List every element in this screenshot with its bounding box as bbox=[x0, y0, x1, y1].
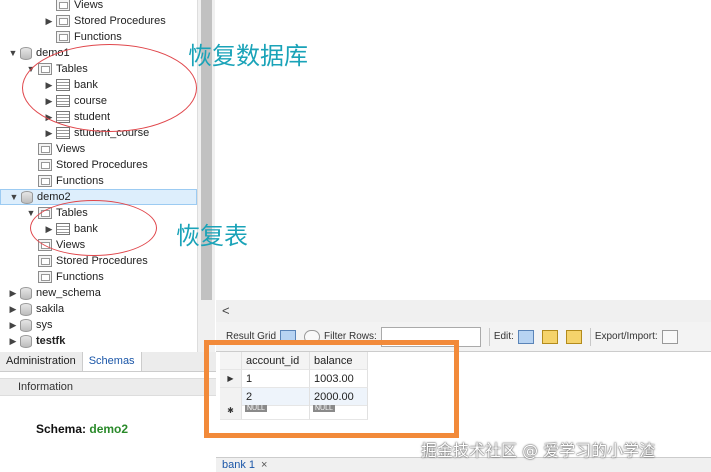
annotation-ellipse-db bbox=[22, 44, 197, 132]
schema-info: Schema: demo2 bbox=[36, 422, 128, 436]
folder-icon bbox=[38, 143, 52, 155]
expand-arrow-icon[interactable]: ▶ bbox=[8, 336, 18, 347]
tab-bank-1[interactable]: bank 1 × bbox=[222, 459, 267, 471]
tree-item-label: Views bbox=[56, 143, 86, 155]
annotation-restore-database: 恢复数据库 bbox=[188, 42, 308, 70]
schema-value: demo2 bbox=[89, 422, 129, 436]
expand-arrow-icon[interactable]: ▶ bbox=[8, 288, 18, 299]
toolbar-divider bbox=[589, 327, 591, 346]
folder-icon bbox=[56, 0, 70, 11]
table-icon bbox=[56, 127, 70, 139]
tree-item[interactable]: ▶ testfk bbox=[0, 333, 197, 349]
expand-arrow-icon[interactable]: ▶ bbox=[44, 128, 54, 139]
annotation-highlight-box bbox=[204, 340, 459, 438]
folder-icon bbox=[38, 159, 52, 171]
insert-row-icon[interactable] bbox=[541, 329, 558, 344]
tree-item[interactable]: Functions bbox=[0, 173, 197, 189]
tab-administration[interactable]: Administration bbox=[0, 352, 83, 371]
navigator-tabs: Administration Schemas bbox=[0, 352, 216, 372]
folder-icon bbox=[38, 255, 52, 267]
tree-item-label: Views bbox=[74, 0, 104, 11]
expand-arrow-icon[interactable]: ▶ bbox=[44, 16, 54, 27]
watermark: 掘金技术社区 @ 爱学习的小学渣 bbox=[421, 441, 656, 460]
editor-horizontal-scrollbar[interactable]: < bbox=[216, 300, 711, 322]
toolbar-divider bbox=[488, 327, 490, 346]
close-icon[interactable]: × bbox=[261, 459, 267, 471]
folder-icon bbox=[38, 271, 52, 283]
export-icon[interactable] bbox=[661, 329, 678, 344]
scroll-left-arrow-icon[interactable]: < bbox=[222, 303, 230, 318]
tab-schemas[interactable]: Schemas bbox=[82, 352, 142, 371]
tree-item-label: Stored Procedures bbox=[56, 159, 148, 171]
expand-arrow-icon[interactable]: ▶ bbox=[8, 304, 18, 315]
tree-item[interactable]: Functions bbox=[0, 29, 197, 45]
tree-item-label: Functions bbox=[74, 31, 122, 43]
database-icon bbox=[20, 286, 32, 300]
tree-item-label: new_schema bbox=[36, 287, 101, 299]
tree-item[interactable]: Functions bbox=[0, 269, 197, 285]
delete-row-icon[interactable] bbox=[565, 329, 582, 344]
database-icon bbox=[21, 190, 33, 204]
database-icon bbox=[20, 302, 32, 316]
tree-item-label: demo2 bbox=[37, 191, 71, 203]
tree-item-label: Functions bbox=[56, 271, 104, 283]
tree-item[interactable]: Views bbox=[0, 141, 197, 157]
tree-item[interactable]: ▶ new_schema bbox=[0, 285, 197, 301]
database-icon bbox=[20, 334, 32, 348]
edit-row-icon[interactable] bbox=[517, 329, 534, 344]
tree-item[interactable]: ▶ sakila bbox=[0, 301, 197, 317]
collapse-arrow-icon[interactable]: ▼ bbox=[8, 48, 18, 58]
tree-item[interactable]: ▶ sys bbox=[0, 317, 197, 333]
tree-item[interactable]: Stored Procedures bbox=[0, 157, 197, 173]
tree-item-label: testfk bbox=[36, 335, 66, 347]
folder-icon bbox=[56, 15, 70, 27]
database-icon bbox=[20, 46, 32, 60]
tree-item-label: sys bbox=[36, 319, 53, 331]
edit-label: Edit: bbox=[493, 331, 514, 342]
database-icon bbox=[20, 318, 32, 332]
information-header[interactable]: Information bbox=[0, 378, 216, 396]
tab-label[interactable]: bank 1 bbox=[222, 459, 255, 471]
annotation-ellipse-table bbox=[30, 200, 157, 256]
information-panel: Schema: demo2 bbox=[0, 396, 216, 472]
tree-item[interactable]: Views bbox=[0, 0, 197, 13]
tree-item[interactable]: ▶ Stored Procedures bbox=[0, 13, 197, 29]
folder-icon bbox=[38, 175, 52, 187]
tree-item-label: sakila bbox=[36, 303, 65, 315]
tree-item-label: Stored Procedures bbox=[74, 15, 166, 27]
annotation-restore-table: 恢复表 bbox=[176, 222, 248, 250]
export-import-label: Export/Import: bbox=[594, 331, 658, 342]
tree-item-label: Stored Procedures bbox=[56, 255, 148, 267]
schema-label: Schema: bbox=[36, 422, 87, 436]
collapse-arrow-icon[interactable]: ▼ bbox=[9, 192, 19, 202]
folder-icon bbox=[56, 31, 70, 43]
expand-arrow-icon[interactable]: ▶ bbox=[8, 320, 18, 331]
tree-item-label: Functions bbox=[56, 175, 104, 187]
